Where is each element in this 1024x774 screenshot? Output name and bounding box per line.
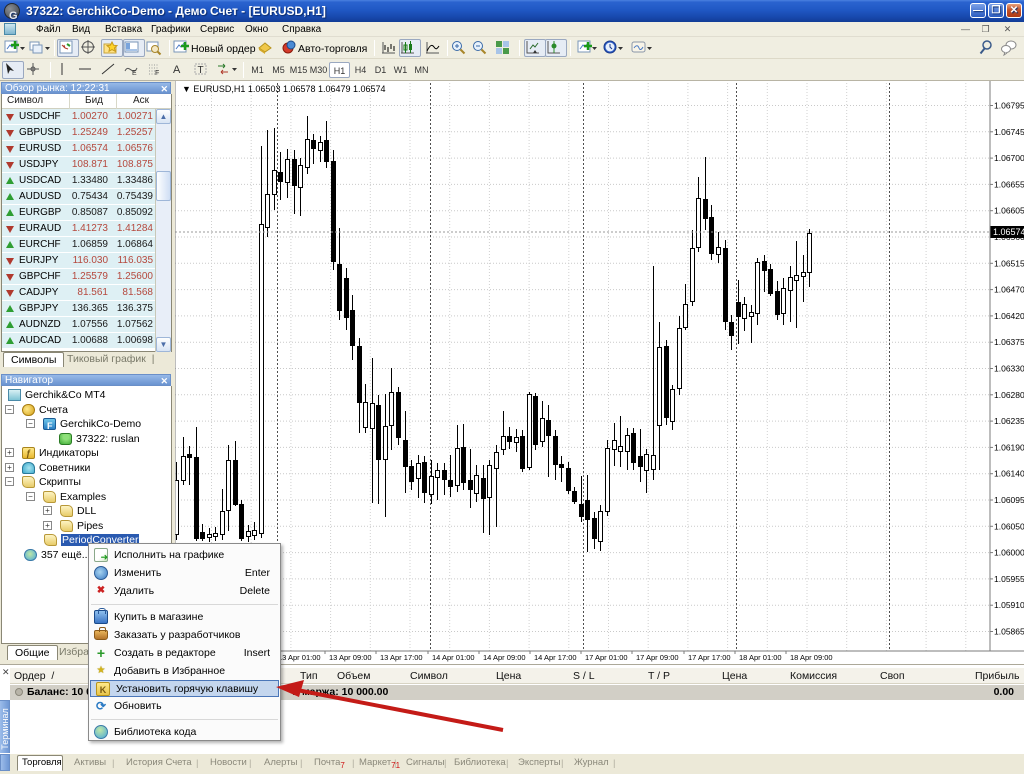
svg-text:1.06470: 1.06470: [994, 285, 1024, 295]
svg-text:13 Apr 09:00: 13 Apr 09:00: [329, 653, 372, 662]
svg-text:17 Apr 09:00: 17 Apr 09:00: [636, 653, 679, 662]
svg-text:18 Apr 09:00: 18 Apr 09:00: [790, 653, 833, 662]
svg-text:1.06745: 1.06745: [994, 127, 1024, 137]
svg-text:1.06574: 1.06574: [993, 227, 1024, 237]
svg-text:1.05865: 1.05865: [994, 627, 1024, 637]
svg-text:1.06375: 1.06375: [994, 337, 1024, 347]
svg-text:1.06095: 1.06095: [994, 495, 1024, 505]
svg-text:1.05910: 1.05910: [994, 600, 1024, 610]
svg-text:13 Apr 01:00: 13 Apr 01:00: [278, 653, 321, 662]
svg-text:1.06050: 1.06050: [994, 521, 1024, 531]
svg-text:1.06190: 1.06190: [994, 442, 1024, 452]
svg-text:1.06655: 1.06655: [994, 179, 1024, 189]
svg-text:1.05955: 1.05955: [994, 574, 1024, 584]
svg-text:13 Apr 17:00: 13 Apr 17:00: [380, 653, 423, 662]
svg-text:17 Apr 01:00: 17 Apr 01:00: [585, 653, 628, 662]
svg-text:1.06235: 1.06235: [994, 416, 1024, 426]
svg-text:1.06420: 1.06420: [994, 311, 1024, 321]
svg-text:1.06280: 1.06280: [994, 390, 1024, 400]
svg-text:1.06330: 1.06330: [994, 364, 1024, 374]
svg-text:1.06700: 1.06700: [994, 153, 1024, 163]
svg-text:F: F: [155, 70, 159, 77]
svg-text:1.06140: 1.06140: [994, 469, 1024, 479]
svg-text:1.06515: 1.06515: [994, 258, 1024, 268]
svg-text:1.06795: 1.06795: [994, 101, 1024, 111]
svg-text:1.06605: 1.06605: [994, 206, 1024, 216]
svg-text:17 Apr 17:00: 17 Apr 17:00: [688, 653, 731, 662]
svg-text:E: E: [132, 70, 137, 77]
svg-text:▼ EURUSD,H1 1.06503 1.06578 1: ▼ EURUSD,H1 1.06503 1.06578 1.06479 1.06…: [182, 84, 386, 94]
svg-text:18 Apr 01:00: 18 Apr 01:00: [739, 653, 782, 662]
svg-text:1.06000: 1.06000: [994, 548, 1024, 558]
svg-text:T: T: [198, 65, 204, 76]
svg-text:14 Apr 09:00: 14 Apr 09:00: [483, 653, 526, 662]
svg-text:14 Apr 17:00: 14 Apr 17:00: [534, 653, 577, 662]
svg-text:A: A: [173, 64, 181, 76]
svg-text:14 Apr 01:00: 14 Apr 01:00: [432, 653, 475, 662]
